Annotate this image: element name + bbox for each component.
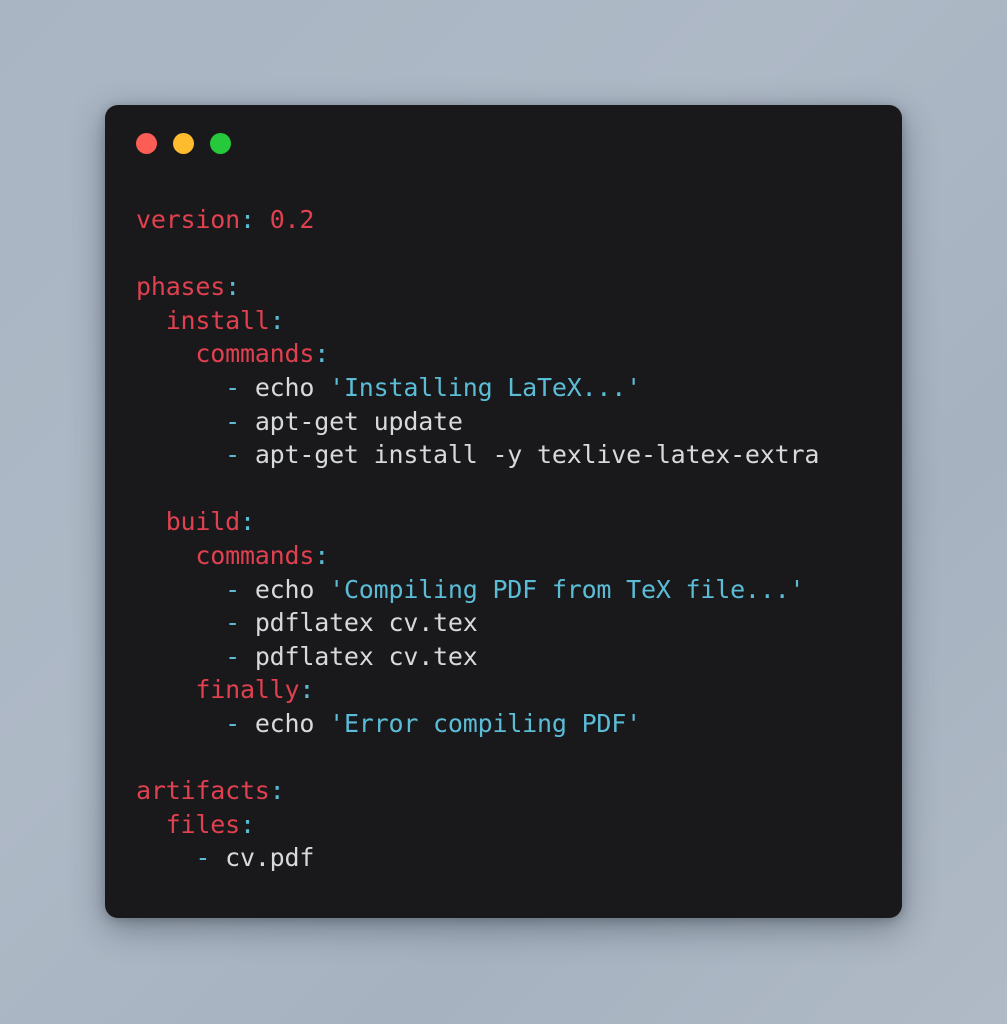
code-token-punct: : [239,809,255,839]
code-token-dash: - [225,440,240,470]
code-token-punct: : [314,339,330,369]
code-line: - pdflatex cv.tex [136,640,902,674]
code-line: phases: [136,270,902,304]
code-token-key: finally [195,675,300,705]
code-token-punct: : [239,507,255,537]
code-token-key: version [136,205,240,234]
code-editor-content[interactable]: version: 0.2 phases: install: commands: … [105,181,902,875]
code-token-dash: - [195,843,211,873]
code-token-key: artifacts [136,776,270,806]
window-titlebar [105,105,902,181]
code-token-str: 'Compiling PDF from TeX file...' [329,574,805,604]
code-token-punct: : [269,776,285,806]
code-token-key: phases [136,272,226,302]
code-token-plain: echo [254,372,315,402]
code-token-plain: pdflatex cv.tex [254,641,478,671]
code-line: commands: [136,337,902,371]
code-token-dash: - [225,574,240,604]
code-token-num: 0.2 [269,205,315,234]
code-line: artifacts: [136,774,902,808]
code-token-dash: - [225,641,240,671]
code-line: - apt-get update [136,405,902,439]
code-line: - echo 'Installing LaTeX...' [136,371,902,405]
code-line: - apt-get install -y texlive-latex-extra [136,438,902,472]
code-token-dash: - [225,406,240,436]
code-line: - echo 'Compiling PDF from TeX file...' [136,573,902,607]
code-line: files: [136,808,902,842]
code-token-key: commands [195,339,315,369]
code-line: - pdflatex cv.tex [136,606,902,640]
code-line: install: [136,304,902,338]
code-token-key: build [165,507,240,537]
code-token-dash: - [225,708,240,738]
code-token-punct: : [269,305,285,335]
code-token-punct: : [299,675,315,705]
code-token-key: files [165,809,240,839]
code-token-dash: - [225,372,240,402]
code-line: commands: [136,539,902,573]
code-line: - cv.pdf [136,841,902,875]
zoom-button[interactable] [210,132,231,154]
code-line: - echo 'Error compiling PDF' [136,707,902,741]
code-token-punct: : [314,540,330,570]
code-line: build: [136,505,902,539]
code-token-plain: pdflatex cv.tex [254,608,478,638]
terminal-window: version: 0.2 phases: install: commands: … [105,105,902,918]
code-line: finally: [136,673,902,707]
code-token-str: 'Error compiling PDF' [329,708,641,738]
code-token-dash: - [225,608,240,638]
code-token-plain: cv.pdf [225,843,315,873]
minimize-button[interactable] [173,132,194,154]
code-token-punct: : [239,205,255,234]
code-token-plain: echo [254,708,315,738]
code-token-str: 'Installing LaTeX...' [329,372,641,402]
code-token-plain: apt-get install -y texlive-latex-extra [254,440,820,470]
code-token-punct: : [225,272,240,302]
close-button[interactable] [136,132,157,154]
code-token-key: install [165,305,270,335]
code-token-plain: echo [254,574,315,604]
code-line: version: 0.2 [136,203,902,237]
code-token-key: commands [195,540,315,570]
code-token-plain: apt-get update [254,406,463,436]
